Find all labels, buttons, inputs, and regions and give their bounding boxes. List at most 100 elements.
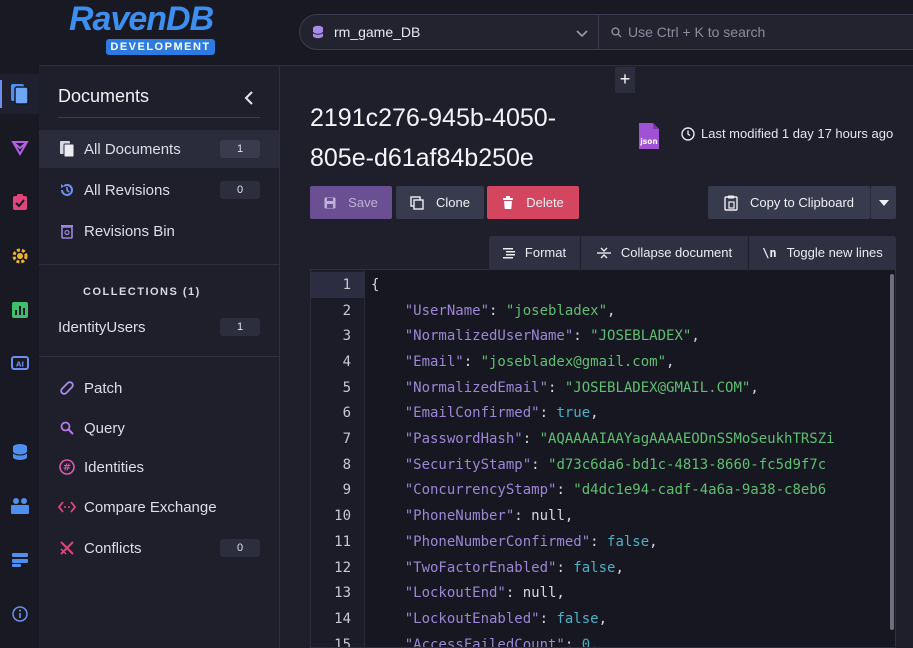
- code-line[interactable]: 13 "LockoutEnd": null,: [311, 580, 895, 606]
- trash-icon: [58, 222, 76, 240]
- svg-text:#: #: [63, 463, 71, 474]
- clone-label: Clone: [436, 195, 470, 210]
- delete-button[interactable]: Delete: [487, 186, 579, 219]
- clone-icon: [410, 195, 424, 210]
- cluster-icon[interactable]: [0, 486, 39, 526]
- environment-badge: DEVELOPMENT: [106, 39, 215, 55]
- sidebar-item-label: All Revisions: [84, 181, 170, 199]
- sidebar-item-label: Compare Exchange: [84, 498, 217, 516]
- divider: [39, 356, 279, 357]
- collapse-document-button[interactable]: Collapse document: [581, 236, 748, 269]
- last-modified-text: Last modified 1 day 17 hours ago: [701, 126, 894, 141]
- line-code: "Email": "josebladex@gmail.com",: [365, 353, 675, 370]
- copy-options-dropdown[interactable]: [870, 186, 896, 219]
- code-line[interactable]: 5 "NormalizedEmail": "JOSEBLADEX@GMAIL.C…: [311, 375, 895, 401]
- documents-icon[interactable]: [0, 74, 39, 114]
- line-code: "NormalizedEmail": "JOSEBLADEX@GMAIL.COM…: [365, 380, 759, 396]
- count-badge: 1: [220, 140, 260, 158]
- ravendb-logo[interactable]: RavenDB: [69, 0, 214, 39]
- indexes-icon[interactable]: [0, 128, 39, 168]
- code-token: :: [590, 533, 608, 550]
- add-button[interactable]: +: [615, 67, 635, 93]
- code-token: :: [564, 636, 582, 648]
- sidebar-item-all-documents[interactable]: All Documents 1: [39, 130, 279, 168]
- sidebar-item-conflicts[interactable]: Conflicts 0: [39, 529, 279, 567]
- code-token: ,: [590, 405, 599, 422]
- code-line[interactable]: 1{: [311, 272, 895, 298]
- collapse-sidebar-icon[interactable]: [240, 88, 258, 108]
- collapse-icon: [596, 246, 611, 260]
- code-line[interactable]: 11 "PhoneNumberConfirmed": false,: [311, 529, 895, 555]
- code-line[interactable]: 8 "SecurityStamp": "d73c6da6-bd1c-4813-8…: [311, 452, 895, 478]
- sidebar-item-patch[interactable]: Patch: [39, 369, 279, 407]
- line-code: "EmailConfirmed": true,: [365, 405, 599, 421]
- sidebar-item-query[interactable]: Query: [39, 409, 279, 447]
- line-number: 9: [342, 482, 351, 499]
- collections-header: COLLECTIONS (1): [83, 286, 201, 298]
- save-button[interactable]: Save: [310, 186, 392, 219]
- line-number: 7: [342, 431, 351, 448]
- line-code: "AccessFailedCount": 0,: [365, 636, 599, 648]
- json-editor[interactable]: 1{2 "UserName": "josebladex", 3 "Normaliz…: [310, 269, 896, 648]
- clone-button[interactable]: Clone: [396, 186, 484, 219]
- code-token: ,: [590, 636, 599, 648]
- info-icon[interactable]: [0, 594, 39, 634]
- code-token: "SecurityStamp": [371, 456, 532, 473]
- code-token: : null,: [505, 585, 565, 602]
- line-number: 13: [334, 585, 351, 602]
- format-icon: [502, 247, 515, 259]
- stats-icon[interactable]: [0, 290, 39, 330]
- sidebar: RavenDB DEVELOPMENT Documents All Docume…: [39, 0, 280, 648]
- code-line[interactable]: 3 "NormalizedUserName": "JOSEBLADEX",: [311, 323, 895, 349]
- line-number: 8: [342, 456, 351, 473]
- code-token: :: [463, 353, 481, 370]
- code-token: "JOSEBLADEX": [590, 328, 692, 345]
- format-button[interactable]: Format: [489, 236, 580, 269]
- clipboard-icon: [724, 195, 738, 211]
- database-selector[interactable]: rm_game_DB: [299, 14, 599, 50]
- code-line[interactable]: 6 "EmailConfirmed": true,: [311, 401, 895, 427]
- code-line[interactable]: 10 "PhoneNumber": null,: [311, 503, 895, 529]
- save-label: Save: [348, 195, 378, 210]
- line-number: 12: [334, 559, 351, 576]
- line-code: "LockoutEnabled": false,: [365, 611, 607, 627]
- code-line[interactable]: 2 "UserName": "josebladex",: [311, 298, 895, 324]
- editor-scrollbar[interactable]: [890, 274, 894, 630]
- code-line[interactable]: 12 "TwoFactorEnabled": false,: [311, 555, 895, 581]
- code-line[interactable]: 9 "ConcurrencyStamp": "d4dc1e94-cadf-4a6…: [311, 478, 895, 504]
- search-input[interactable]: [628, 24, 908, 40]
- code-line[interactable]: 14 "LockoutEnabled": false,: [311, 606, 895, 632]
- line-code: "SecurityStamp": "d73c6da6-bd1c-4813-866…: [365, 457, 826, 473]
- databases-icon[interactable]: [0, 432, 39, 472]
- sidebar-item-identityusers[interactable]: IdentityUsers 1: [39, 308, 279, 346]
- sidebar-item-compare-exchange[interactable]: Compare Exchange: [39, 488, 279, 526]
- icon-rail: AI: [0, 0, 39, 648]
- document-id-line: 805e-d61af84b250e: [310, 144, 534, 172]
- code-token: ,: [649, 533, 658, 550]
- code-line[interactable]: 7 "PasswordHash": "AQAAAAIAAYagAAAAEODnS…: [311, 426, 895, 452]
- copy-to-clipboard-button[interactable]: Copy to Clipboard: [708, 186, 870, 219]
- line-number: 11: [334, 533, 351, 550]
- search-box[interactable]: [598, 14, 913, 50]
- manage-server-icon[interactable]: [0, 540, 39, 580]
- sidebar-item-revisions-bin[interactable]: Revisions Bin: [39, 212, 279, 250]
- code-token: "LockoutEnabled": [371, 610, 540, 627]
- toggle-label: Toggle new lines: [786, 245, 883, 260]
- settings-icon[interactable]: [0, 236, 39, 276]
- code-token: "TwoFactorEnabled": [371, 559, 557, 576]
- sidebar-item-identities[interactable]: # Identities: [39, 448, 279, 486]
- line-number: 10: [334, 508, 351, 525]
- line-code: "LockoutEnd": null,: [365, 585, 565, 601]
- caret-down-icon: [878, 199, 889, 206]
- code-line[interactable]: 4 "Email": "josebladex@gmail.com",: [311, 349, 895, 375]
- line-code: {: [365, 277, 379, 293]
- svg-text:AI: AI: [15, 361, 23, 369]
- sidebar-item-all-revisions[interactable]: All Revisions 0: [39, 171, 279, 209]
- tasks-icon[interactable]: [0, 182, 39, 222]
- toggle-new-lines-button[interactable]: \n Toggle new lines: [749, 236, 896, 269]
- code-line[interactable]: 15 "AccessFailedCount": 0,: [311, 632, 895, 648]
- ai-icon[interactable]: AI: [0, 344, 39, 384]
- delete-label: Delete: [526, 195, 564, 210]
- line-number: 14: [334, 610, 351, 627]
- database-name: rm_game_DB: [334, 24, 421, 40]
